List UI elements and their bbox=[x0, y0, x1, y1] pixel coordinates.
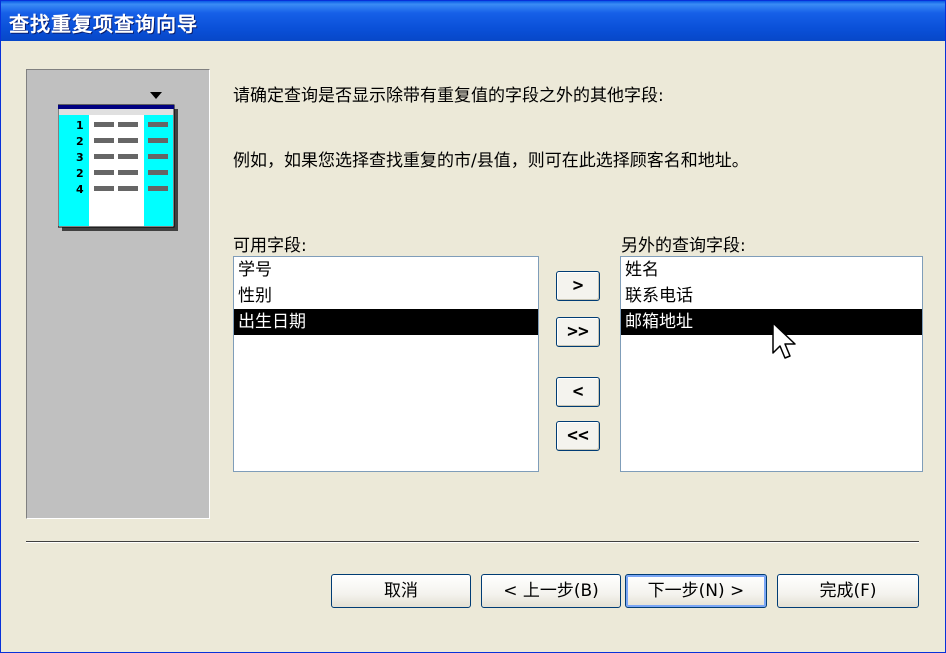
remove-field-button[interactable]: < bbox=[556, 377, 600, 407]
list-item[interactable]: 联系电话 bbox=[621, 283, 922, 309]
mouse-cursor-icon bbox=[772, 322, 796, 359]
additional-fields-label: 另外的查询字段: bbox=[621, 236, 746, 256]
example-text: 例如，如果您选择查找重复的市/县值，则可在此选择顾客名和地址。 bbox=[233, 151, 749, 171]
row-number: 2 bbox=[76, 135, 84, 148]
list-item-selected[interactable]: 出生日期 bbox=[234, 309, 538, 335]
next-button[interactable]: 下一步(N) > bbox=[625, 574, 767, 608]
list-item[interactable]: 姓名 bbox=[621, 257, 922, 283]
add-field-button[interactable]: > bbox=[556, 271, 600, 301]
instruction-text: 请确定查询是否显示除带有重复值的字段之外的其他字段: bbox=[233, 86, 664, 106]
row-number: 3 bbox=[76, 151, 84, 164]
remove-all-fields-button[interactable]: << bbox=[556, 421, 600, 451]
list-item[interactable]: 性别 bbox=[234, 283, 538, 309]
title-bar[interactable]: 查找重复项查询向导 bbox=[1, 1, 945, 41]
window-title: 查找重复项查询向导 bbox=[9, 12, 198, 36]
table-duplicates-illustration: 1 2 3 2 4 bbox=[58, 92, 178, 231]
back-button[interactable]: < 上一步(B) bbox=[481, 574, 621, 608]
additional-fields-list[interactable]: 姓名 联系电话 邮箱地址 bbox=[620, 256, 923, 472]
available-fields-label: 可用字段: bbox=[233, 236, 307, 256]
list-item[interactable]: 学号 bbox=[234, 257, 538, 283]
add-all-fields-button[interactable]: >> bbox=[556, 317, 600, 347]
row-number: 4 bbox=[76, 183, 84, 196]
row-number: 1 bbox=[76, 119, 84, 132]
wizard-window: 查找重复项查询向导 1 2 3 2 4 请确定查询是否显示除带有重复值的字段之外… bbox=[0, 0, 946, 653]
row-number: 2 bbox=[76, 167, 84, 180]
finish-button[interactable]: 完成(F) bbox=[777, 574, 919, 608]
footer-divider bbox=[26, 541, 919, 543]
available-fields-list[interactable]: 学号 性别 出生日期 bbox=[233, 256, 539, 472]
cancel-button[interactable]: 取消 bbox=[331, 574, 471, 608]
dropdown-arrow-icon bbox=[150, 92, 162, 99]
